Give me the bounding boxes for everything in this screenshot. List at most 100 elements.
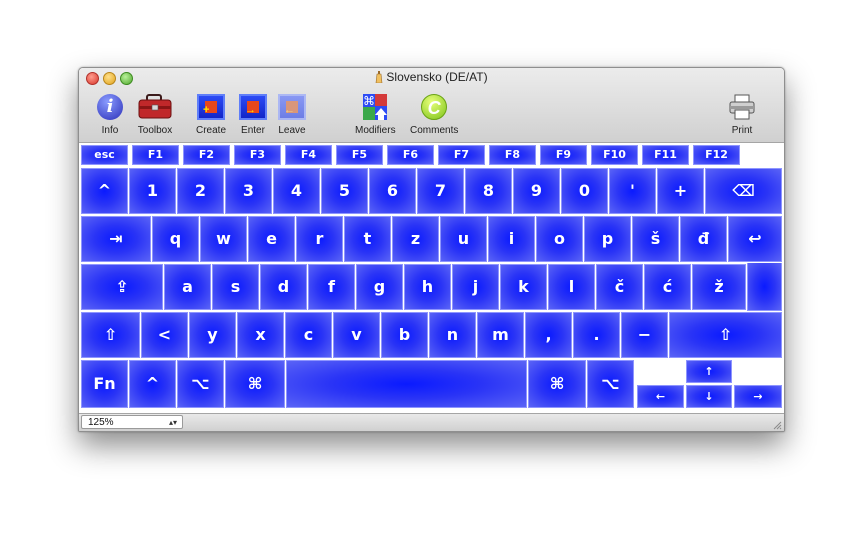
key-f11[interactable]: F11 — [642, 145, 689, 165]
key-f7[interactable]: F7 — [438, 145, 485, 165]
key-f3[interactable]: F3 — [234, 145, 281, 165]
key-arrow-left[interactable]: ← — [637, 385, 684, 408]
document-icon — [376, 71, 383, 83]
keyboard-layout-window: Slovensko (DE/AT) i Info Toolbox + Creat… — [78, 67, 785, 432]
key-c-acute[interactable]: ć — [644, 264, 691, 310]
modifiers-icon: ⌘ — [363, 94, 388, 120]
key-left-shift[interactable]: ⇧ — [81, 312, 140, 358]
key-f12[interactable]: F12 — [693, 145, 740, 165]
create-button[interactable]: + Create — [196, 92, 226, 136]
create-icon: + — [197, 94, 225, 120]
key-delete[interactable]: ⌫ — [705, 168, 782, 214]
key-w[interactable]: w — [200, 216, 247, 262]
key-f9[interactable]: F9 — [540, 145, 587, 165]
key-apostrophe[interactable]: ' — [609, 168, 656, 214]
key-0[interactable]: 0 — [561, 168, 608, 214]
key-7[interactable]: 7 — [417, 168, 464, 214]
key-fn[interactable]: Fn — [81, 360, 128, 408]
key-b[interactable]: b — [381, 312, 428, 358]
key-h[interactable]: h — [404, 264, 451, 310]
key-f2[interactable]: F2 — [183, 145, 230, 165]
key-z[interactable]: z — [392, 216, 439, 262]
key-o[interactable]: o — [536, 216, 583, 262]
key-tab[interactable]: ⇥ — [81, 216, 151, 262]
key-right-command[interactable]: ⌘ — [528, 360, 586, 408]
key-f8[interactable]: F8 — [489, 145, 536, 165]
toolbox-icon — [138, 94, 172, 119]
key-right-shift[interactable]: ⇧ — [669, 312, 782, 358]
key-1[interactable]: 1 — [129, 168, 176, 214]
key-f4[interactable]: F4 — [285, 145, 332, 165]
key-i[interactable]: i — [488, 216, 535, 262]
key-left-command[interactable]: ⌘ — [225, 360, 285, 408]
key-8[interactable]: 8 — [465, 168, 512, 214]
key-k[interactable]: k — [500, 264, 547, 310]
key-f[interactable]: f — [308, 264, 355, 310]
key-f1[interactable]: F1 — [132, 145, 179, 165]
key-m[interactable]: m — [477, 312, 524, 358]
key-t[interactable]: t — [344, 216, 391, 262]
key-plus[interactable]: + — [657, 168, 704, 214]
leave-button[interactable]: ← Leave — [278, 92, 306, 136]
toolbox-label: Toolbox — [137, 125, 173, 136]
key-p[interactable]: p — [584, 216, 631, 262]
zoom-select[interactable]: 125% ▴▾ — [81, 415, 183, 429]
key-c-caron[interactable]: č — [596, 264, 643, 310]
key-l[interactable]: l — [548, 264, 595, 310]
key-y[interactable]: y — [189, 312, 236, 358]
toolbox-button[interactable]: Toolbox — [137, 92, 173, 136]
key-x[interactable]: x — [237, 312, 284, 358]
key-u[interactable]: u — [440, 216, 487, 262]
key-s[interactable]: s — [212, 264, 259, 310]
key-f5[interactable]: F5 — [336, 145, 383, 165]
key-caps-lock[interactable]: ⇪ — [81, 264, 163, 310]
key-a[interactable]: a — [164, 264, 211, 310]
key-q[interactable]: q — [152, 216, 199, 262]
key-z-caron[interactable]: ž — [692, 264, 746, 310]
resize-grip-icon[interactable] — [772, 420, 782, 430]
key-j[interactable]: j — [452, 264, 499, 310]
modifiers-label: Modifiers — [355, 125, 396, 136]
key-right-option[interactable]: ⌥ — [587, 360, 634, 408]
key-3[interactable]: 3 — [225, 168, 272, 214]
key-comma[interactable]: , — [525, 312, 572, 358]
key-5[interactable]: 5 — [321, 168, 368, 214]
key-f6[interactable]: F6 — [387, 145, 434, 165]
key-period[interactable]: . — [573, 312, 620, 358]
svg-text:⌘: ⌘ — [363, 94, 375, 108]
key-n[interactable]: n — [429, 312, 476, 358]
key-g[interactable]: g — [356, 264, 403, 310]
key-s-caron[interactable]: š — [632, 216, 679, 262]
info-icon: i — [97, 94, 123, 120]
key-e[interactable]: e — [248, 216, 295, 262]
key-v[interactable]: v — [333, 312, 380, 358]
key-left-option[interactable]: ⌥ — [177, 360, 224, 408]
print-button[interactable]: Print — [728, 92, 756, 136]
comments-button[interactable]: C Comments — [410, 92, 458, 136]
key-space[interactable] — [286, 360, 527, 408]
zoom-value: 125% — [88, 417, 114, 428]
key-f10[interactable]: F10 — [591, 145, 638, 165]
key-arrow-up[interactable]: ↑ — [686, 360, 732, 383]
key-arrow-down[interactable]: ↓ — [686, 385, 732, 408]
key-9[interactable]: 9 — [513, 168, 560, 214]
key-return-lower[interactable] — [747, 263, 782, 311]
modifiers-button[interactable]: ⌘ Modifiers — [355, 92, 396, 136]
key-2[interactable]: 2 — [177, 168, 224, 214]
key-d-stroke[interactable]: đ — [680, 216, 727, 262]
key-arrow-right[interactable]: → — [734, 385, 782, 408]
key-4[interactable]: 4 — [273, 168, 320, 214]
info-button[interactable]: i Info — [97, 92, 123, 136]
key-6[interactable]: 6 — [369, 168, 416, 214]
enter-button[interactable]: → Enter — [239, 92, 267, 136]
key-less-than[interactable]: < — [141, 312, 188, 358]
key-return[interactable]: ↩ — [728, 216, 782, 262]
key-esc[interactable]: esc — [81, 145, 128, 165]
key-d[interactable]: d — [260, 264, 307, 310]
key-minus[interactable]: − — [621, 312, 668, 358]
enter-icon: → — [239, 94, 267, 120]
key-r[interactable]: r — [296, 216, 343, 262]
key-caret[interactable]: ^ — [81, 168, 128, 214]
key-c[interactable]: c — [285, 312, 332, 358]
key-control[interactable]: ^ — [129, 360, 176, 408]
